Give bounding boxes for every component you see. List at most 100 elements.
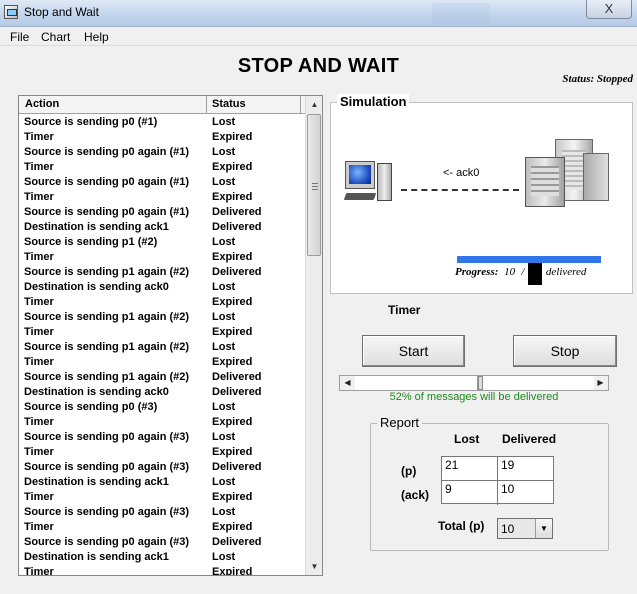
log-action: Timer [24,161,54,173]
log-row[interactable]: Destination is sending ack1 Lost [19,475,305,490]
log-status: Lost [212,341,236,353]
log-status: Delivered [212,461,262,473]
log-status: Expired [212,191,253,203]
log-scrollbar[interactable]: ▲ ▼ [305,96,322,575]
action-log-list[interactable]: Action Status Source is sending p0 (#1) L… [18,95,323,576]
log-row[interactable]: Source is sending p0 (#3) Lost [19,400,305,415]
log-status: Expired [212,251,253,263]
log-status: Delivered [212,221,262,233]
log-action: Destination is sending ack0 [24,281,169,293]
progress-suffix: delivered [545,266,587,278]
log-row[interactable]: Source is sending p0 (#1) Lost [19,115,305,130]
log-row[interactable]: Timer Expired [19,325,305,340]
delivery-rate-slider[interactable]: ◀ ▶ [339,375,609,391]
destination-server-icon [521,139,613,207]
menu-file[interactable]: File [10,30,29,44]
scroll-thumb[interactable] [307,114,321,256]
log-row[interactable]: Source is sending p1 (#2) Lost [19,235,305,250]
log-action: Source is sending p0 again (#1) [24,146,190,158]
source-computer-icon [343,161,393,207]
log-row[interactable]: Destination is sending ack0 Delivered [19,385,305,400]
log-row[interactable]: Destination is sending ack1 Lost [19,550,305,565]
log-action: Source is sending p1 again (#2) [24,266,190,278]
report-header-delivered: Delivered [502,432,557,446]
log-row[interactable]: Source is sending p0 again (#1) Lost [19,175,305,190]
slider-left-icon[interactable]: ◀ [340,376,355,390]
timer-label: Timer [388,303,421,317]
log-row[interactable]: Source is sending p1 again (#2) Lost [19,340,305,355]
scroll-up-icon[interactable]: ▲ [306,96,322,113]
log-row[interactable]: Source is sending p1 again (#2) Delivered [19,370,305,385]
progress-label: Progress: [455,266,499,278]
log-row[interactable]: Source is sending p1 again (#2) Lost [19,310,305,325]
log-action: Source is sending p0 (#3) [24,401,158,413]
log-action: Timer [24,131,54,143]
log-row[interactable]: Source is sending p0 again (#1) Delivered [19,205,305,220]
log-row[interactable]: Source is sending p0 again (#3) Delivered [19,535,305,550]
log-action: Timer [24,416,54,428]
log-row[interactable]: Timer Expired [19,445,305,460]
report-header-lost: Lost [454,432,480,446]
log-row[interactable]: Timer Expired [19,565,305,576]
log-status: Delivered [212,266,262,278]
start-button[interactable]: Start [362,335,465,367]
log-row[interactable]: Source is sending p0 again (#3) Delivered [19,460,305,475]
log-row[interactable]: Destination is sending ack0 Lost [19,280,305,295]
log-action: Timer [24,521,54,533]
log-row[interactable]: Timer Expired [19,295,305,310]
log-row[interactable]: Timer Expired [19,130,305,145]
log-status: Lost [212,476,236,488]
log-row[interactable]: Timer Expired [19,190,305,205]
log-row[interactable]: Source is sending p0 again (#3) Lost [19,505,305,520]
column-header-action[interactable]: Action [19,96,207,114]
log-status: Expired [212,161,253,173]
menu-help[interactable]: Help [84,30,109,44]
log-header: Action Status [19,96,305,114]
log-status: Lost [212,116,236,128]
slider-track-left[interactable] [355,376,478,390]
log-action: Source is sending p1 again (#2) [24,311,190,323]
log-row[interactable]: Timer Expired [19,520,305,535]
log-status: Expired [212,491,253,503]
report-p-lost: 21 [442,457,498,481]
log-action: Timer [24,296,54,308]
log-row[interactable]: Timer Expired [19,160,305,175]
close-button[interactable]: X [586,0,632,19]
log-status: Lost [212,401,236,413]
log-status: Delivered [212,371,262,383]
stop-button[interactable]: Stop [513,335,617,367]
column-header-status[interactable]: Status [207,96,301,114]
log-action: Source is sending p0 again (#3) [24,536,190,548]
chevron-down-icon[interactable]: ▼ [535,519,552,538]
log-action: Timer [24,446,54,458]
slider-right-icon[interactable]: ▶ [593,376,608,390]
log-row[interactable]: Source is sending p0 again (#1) Lost [19,145,305,160]
log-status: Lost [212,551,236,563]
log-row[interactable]: Timer Expired [19,490,305,505]
log-status: Expired [212,521,253,533]
log-row[interactable]: Timer Expired [19,415,305,430]
status-label: Status: Stopped [562,73,633,85]
log-row[interactable]: Source is sending p1 again (#2) Delivered [19,265,305,280]
progress-bar [457,256,601,263]
progress-marker [527,263,542,285]
report-p-delivered: 19 [498,457,554,481]
log-row[interactable]: Timer Expired [19,250,305,265]
log-action: Source is sending p1 again (#2) [24,341,190,353]
log-action: Timer [24,326,54,338]
simulation-panel: Simulation <- ack0 Progress: 10 / deliver… [330,94,633,294]
log-row[interactable]: Source is sending p0 again (#3) Lost [19,430,305,445]
log-action: Destination is sending ack1 [24,221,169,233]
log-action: Source is sending p0 again (#3) [24,431,190,443]
log-row[interactable]: Destination is sending ack1 Delivered [19,220,305,235]
app-icon [4,5,18,19]
total-select[interactable]: 10 ▼ [497,518,553,539]
log-status: Expired [212,566,253,576]
scroll-down-icon[interactable]: ▼ [306,558,322,575]
menu-chart[interactable]: Chart [41,30,70,44]
log-status: Lost [212,431,236,443]
slider-track-right[interactable] [483,376,594,390]
simulation-legend: Simulation [337,94,410,109]
log-row[interactable]: Timer Expired [19,355,305,370]
channel-line [401,189,519,191]
